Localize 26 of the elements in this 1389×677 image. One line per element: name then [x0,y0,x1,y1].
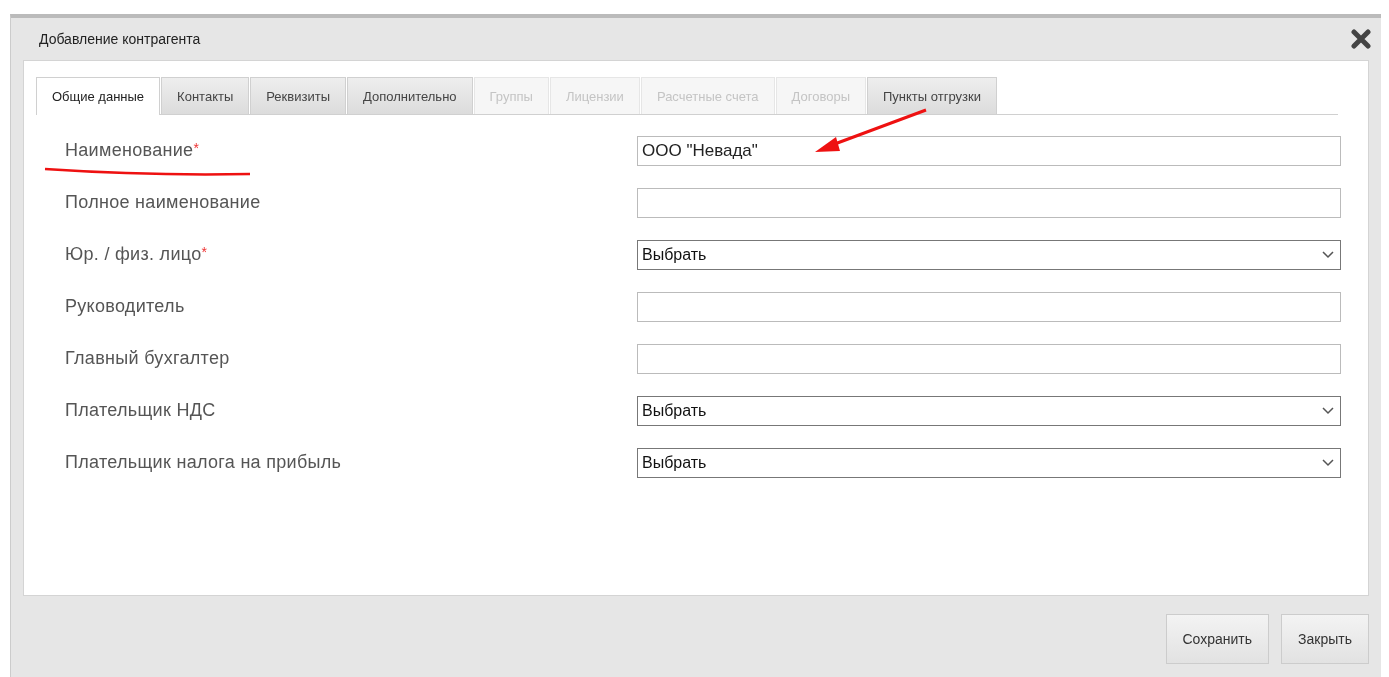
tab[interactable]: Контакты [161,77,250,114]
input-field[interactable] [637,291,1341,322]
input-field[interactable] [637,187,1341,218]
field-label: Руководитель [64,296,186,317]
tab[interactable]: Реквизиты [250,77,346,114]
dropdown[interactable]: Выбрать [637,395,1341,426]
close-icon[interactable] [1351,29,1371,49]
field-label: Наименование* [64,140,201,161]
tab[interactable]: Дополнительно [347,77,473,114]
window-title: Добавление контрагента [39,31,201,47]
dialog-button[interactable]: Закрыть [1281,614,1369,664]
chevron-icon [1322,250,1334,259]
tab[interactable]: Общие данные [36,77,161,115]
dialog-button[interactable]: Сохранить [1165,614,1270,664]
input-field[interactable]: ООО "Невада" [637,135,1341,166]
chevron-icon [1322,458,1334,467]
tab[interactable]: Пункты отгрузки [867,77,997,114]
field-label: Полное наименование [64,192,262,213]
field-label: Плательщик налога на прибыль [64,452,343,473]
field-label: Юр. / физ. лицо* [64,244,209,265]
input-field[interactable] [637,343,1341,374]
field-label: Главный бухгалтер [64,348,231,369]
chevron-icon [1322,406,1334,415]
field-label: Плательщик НДС [64,400,217,421]
dropdown[interactable]: Выбрать [637,447,1341,478]
dropdown[interactable]: Выбрать [637,239,1341,270]
